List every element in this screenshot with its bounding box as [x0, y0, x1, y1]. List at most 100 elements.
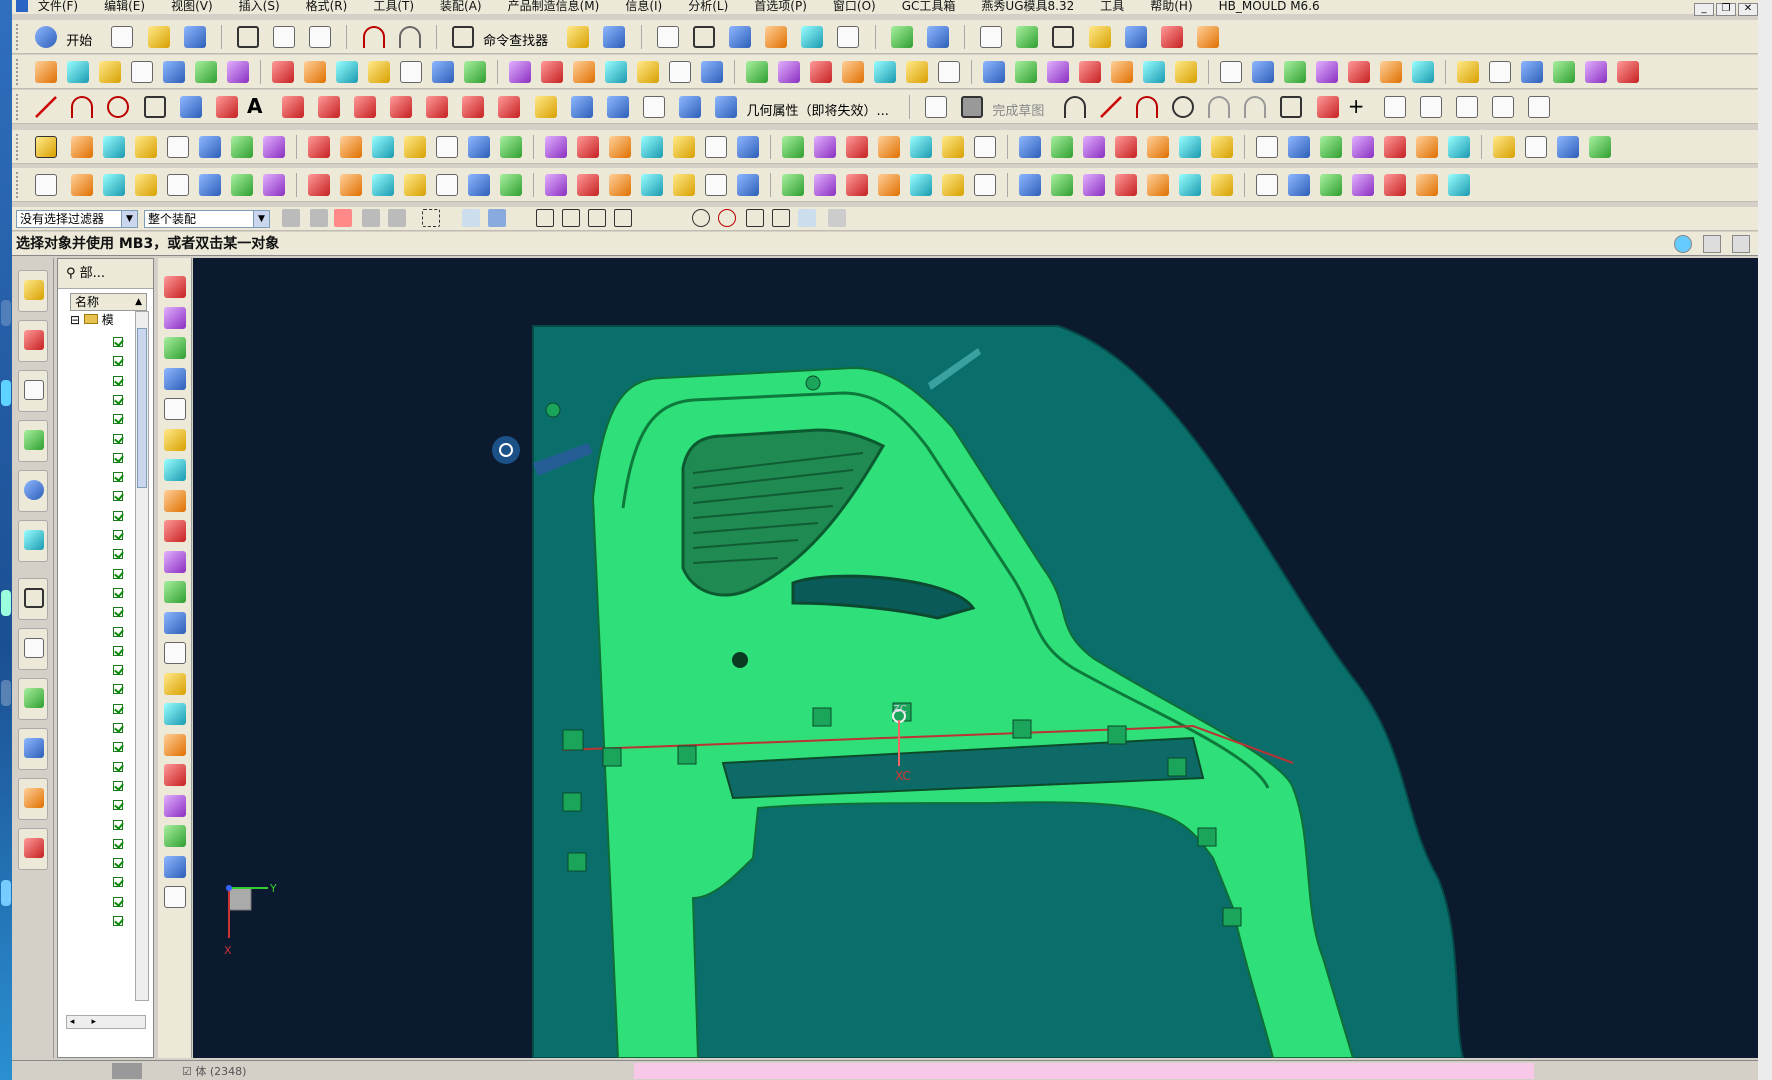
vertical-tool-icon[interactable]: [164, 550, 186, 573]
project-curve-icon[interactable]: [353, 96, 376, 118]
profile-icon[interactable]: [1063, 96, 1086, 118]
snap-grid-icon[interactable]: [536, 209, 554, 227]
shading-icon[interactable]: [692, 26, 715, 48]
feature-visibility-checkbox[interactable]: [113, 896, 123, 907]
modeling-tool-icon[interactable]: [263, 174, 286, 196]
sketch-polygon-icon[interactable]: [1383, 96, 1406, 118]
shadow-outline-icon[interactable]: [643, 96, 666, 118]
surface-tool-icon[interactable]: [938, 61, 961, 83]
feature-visibility-checkbox[interactable]: [113, 742, 123, 753]
feature-visibility-checkbox[interactable]: [113, 491, 123, 502]
modeling-tool-icon[interactable]: [500, 174, 523, 196]
model-view[interactable]: XC ZC Y X: [193, 258, 1758, 1058]
surface-tool-icon[interactable]: [131, 61, 154, 83]
feature-visibility-checkbox[interactable]: [113, 916, 123, 926]
modeling-tool-icon[interactable]: [1384, 174, 1407, 196]
modeling-tool-icon[interactable]: [167, 174, 190, 196]
modeling-tool-icon[interactable]: [942, 174, 965, 196]
modeling-tool-icon[interactable]: [372, 174, 395, 196]
menu-item[interactable]: 编辑(E): [104, 0, 145, 12]
paste-icon[interactable]: [309, 26, 332, 48]
copy-icon[interactable]: [273, 26, 296, 48]
surface-tool-icon[interactable]: [573, 61, 596, 83]
feature-tool-icon[interactable]: [372, 136, 395, 158]
open-folder-icon[interactable]: [147, 26, 170, 48]
menu-item[interactable]: 装配(A): [440, 0, 482, 12]
feature-visibility-checkbox[interactable]: [113, 472, 123, 483]
feature-tool-icon[interactable]: [1384, 136, 1407, 158]
vertical-tool-icon[interactable]: [164, 764, 186, 786]
surface-tool-icon[interactable]: [400, 61, 423, 83]
pan-icon[interactable]: [926, 26, 949, 48]
rotate-icon[interactable]: [890, 26, 913, 48]
nx-status-icon[interactable]: [1674, 235, 1693, 253]
sketch-icon[interactable]: [925, 96, 948, 118]
modeling-tool-icon[interactable]: [1147, 174, 1170, 196]
cube-icon[interactable]: [728, 26, 751, 48]
modeling-tool-icon[interactable]: [1256, 174, 1279, 196]
rect-select-icon[interactable]: [422, 209, 440, 227]
vertical-tool-icon[interactable]: [164, 794, 186, 817]
toolbar-grip[interactable]: [16, 134, 20, 160]
vertical-tool-icon[interactable]: [164, 855, 186, 878]
section-curve-icon[interactable]: [498, 96, 521, 118]
highlight-icon[interactable]: [462, 209, 480, 227]
surface-tool-icon[interactable]: [227, 61, 250, 83]
feature-visibility-checkbox[interactable]: [113, 800, 123, 811]
menu-item[interactable]: 燕秀UG模具8.32: [981, 0, 1074, 12]
menu-item[interactable]: 格式(R): [306, 0, 348, 12]
save-icon[interactable]: [183, 26, 206, 48]
feature-tool-icon[interactable]: [1083, 136, 1106, 158]
vertical-tool-icon[interactable]: [164, 642, 186, 664]
system-scenes-tab[interactable]: [18, 828, 48, 870]
menu-item[interactable]: 工具(T): [373, 0, 414, 12]
feature-tool-icon[interactable]: [71, 136, 94, 158]
system-materials-tab[interactable]: [18, 628, 48, 670]
feature-tool-icon[interactable]: [1288, 136, 1311, 158]
feature-tool-icon[interactable]: [641, 136, 664, 158]
menu-item[interactable]: 工具: [1100, 0, 1124, 12]
modeling-tool-icon[interactable]: [468, 174, 491, 196]
modeling-tool-icon[interactable]: [910, 174, 933, 196]
surface-tool-icon[interactable]: [1015, 61, 1038, 83]
modeling-tool-icon[interactable]: [974, 174, 997, 196]
surface-tool-icon[interactable]: [669, 61, 692, 83]
checkbox-icon[interactable]: ☑: [182, 1065, 192, 1078]
vertical-tool-icon[interactable]: [164, 520, 186, 542]
modeling-tool-icon[interactable]: [1019, 174, 1042, 196]
polygon-icon[interactable]: [281, 96, 304, 118]
feature-tool-icon[interactable]: [404, 136, 427, 158]
feature-visibility-checkbox[interactable]: [113, 375, 123, 386]
menu-item[interactable]: 插入(S): [239, 0, 280, 12]
vertical-tool-icon[interactable]: [164, 886, 186, 908]
feature-tool-icon[interactable]: [1448, 136, 1471, 158]
modeling-tool-icon[interactable]: [436, 174, 459, 196]
isoparametric-icon[interactable]: [570, 96, 593, 118]
feature-tool-icon[interactable]: [1115, 136, 1138, 158]
surface-tool-icon[interactable]: [1348, 61, 1371, 83]
text-tool-icon[interactable]: A: [247, 94, 262, 118]
sketch-rectangle-icon[interactable]: [1280, 96, 1303, 118]
constraint-icon[interactable]: [1528, 96, 1551, 118]
feature-tool-icon[interactable]: [910, 136, 933, 158]
measure-body-icon[interactable]: [679, 96, 702, 118]
desktop-icon[interactable]: [1, 300, 11, 326]
feature-select-icon[interactable]: [334, 209, 352, 227]
surface-tool-icon[interactable]: [983, 61, 1006, 83]
feature-tool-icon[interactable]: [167, 136, 190, 158]
snap-midpoint-icon[interactable]: [588, 209, 606, 227]
snap-control-icon[interactable]: [614, 209, 632, 227]
feature-visibility-checkbox[interactable]: [113, 703, 123, 714]
modeling-tool-icon[interactable]: [1448, 174, 1471, 196]
feature-tool-icon[interactable]: [308, 136, 331, 158]
modeling-tool-icon[interactable]: [609, 174, 632, 196]
feature-visibility-checkbox[interactable]: [113, 877, 123, 888]
part-navigator-tab[interactable]: [18, 370, 48, 412]
scroll-thumb[interactable]: [137, 328, 147, 488]
feature-visibility-checkbox[interactable]: [113, 337, 123, 347]
surface-tool-icon[interactable]: [1143, 61, 1166, 83]
surface-tool-icon[interactable]: [1553, 61, 1576, 83]
surface-tool-icon[interactable]: [746, 61, 769, 83]
feature-tool-icon[interactable]: [705, 136, 728, 158]
start-icon[interactable]: [35, 26, 58, 48]
